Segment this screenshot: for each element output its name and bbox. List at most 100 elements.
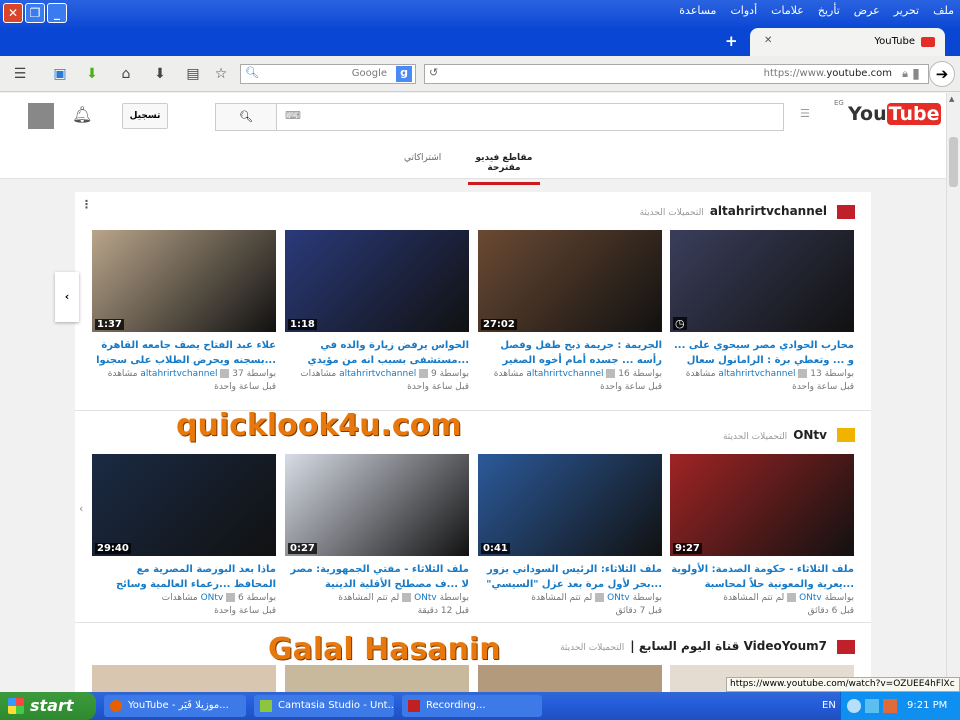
shelf-prev-arrow-2[interactable]: ‹ (79, 502, 83, 515)
youtube-logo[interactable]: You Tube (848, 103, 942, 125)
tray-app-icon[interactable] (883, 699, 897, 713)
vertical-scrollbar[interactable]: ▲ (946, 93, 960, 692)
channel-name[interactable]: VideoYoum7 (744, 639, 827, 653)
video-views: لم تتم المشاهدة (723, 593, 785, 603)
url-bar[interactable]: ↺ https://www.youtube.com 🔒︎ (424, 64, 929, 84)
section-header[interactable]: VideoYoum7 قناة اليوم السابع | التحميلات … (560, 639, 827, 653)
video-item[interactable]: 0:27 ملف الثلاثاء - مفتي الجمهورية: مصر … (285, 454, 469, 618)
video-channel[interactable]: altahrirtvchannel (339, 369, 416, 379)
camtasia-icon (260, 700, 272, 712)
video-title[interactable]: ملف الثلاثاء - حكومة الصدمة: الأولوية ..… (670, 562, 854, 592)
menu-icon[interactable]: ☰ (10, 64, 30, 84)
downloads-icon[interactable]: ⬇ (150, 64, 170, 84)
more-options-icon[interactable]: ⋮ (81, 198, 92, 211)
sign-in-button[interactable]: تسجيل (122, 103, 168, 129)
video-channel[interactable]: ONtv (414, 593, 437, 603)
video-thumbnail[interactable] (92, 665, 276, 695)
avatar[interactable] (28, 103, 54, 129)
channel-name[interactable]: ONtv (793, 428, 827, 442)
video-age: قبل ساعة واحدة (600, 382, 662, 392)
video-item[interactable]: 0:41 ملف الثلاثاء: الرئيس السوداني يزور … (478, 454, 662, 618)
video-title[interactable]: علاء عبد الفتاح يصف جامعه القاهرة ...بسج… (92, 338, 276, 368)
video-title[interactable]: ملف الثلاثاء: الرئيس السوداني يزور ...بح… (478, 562, 662, 592)
tab-subscriptions[interactable]: اشتراكاتي (404, 153, 441, 163)
close-window-button[interactable]: ✕ (3, 3, 23, 23)
home-icon[interactable]: ⌂ (116, 64, 136, 84)
download-helper-icon[interactable]: ⬇ (82, 64, 102, 84)
shelf-prev-arrow[interactable]: ‹ (55, 272, 79, 322)
minimize-window-button[interactable]: _ (47, 3, 67, 23)
verified-icon (787, 593, 797, 602)
watch-later-clock-icon[interactable]: ◷ (673, 317, 687, 330)
video-item[interactable]: ◷ محارب الحوادي مصر سيحوي على ... و ... … (670, 230, 854, 394)
reading-list-icon[interactable]: ▤ (183, 64, 203, 84)
section-subtitle: التحميلات الحديثة (560, 643, 625, 653)
video-title[interactable]: ماذا بعد البورصة المصرية مع المحافظ ...ر… (92, 562, 276, 592)
video-item[interactable]: 9:27 ملف الثلاثاء - حكومة الصدمة: الأولو… (670, 454, 854, 618)
taskbar-item-recording[interactable]: Recording... (402, 695, 542, 717)
video-channel[interactable]: ONtv (201, 593, 224, 603)
menu-file[interactable]: ملف (933, 4, 954, 17)
video-thumbnail[interactable]: 1:37 (92, 230, 276, 332)
go-arrow-icon[interactable]: ➔ (929, 61, 955, 87)
video-thumbnail[interactable]: ◷ (670, 230, 854, 332)
channel-name[interactable]: altahrirtvchannel (710, 204, 827, 218)
search-input[interactable]: 🔍︎ Google g (240, 64, 416, 84)
video-title[interactable]: الجريمة : جريمة ذبح طفل وفصل رأسه ... جس… (478, 338, 662, 368)
bookmarks-icon[interactable]: ▮ (906, 64, 926, 84)
menu-tools[interactable]: أدوات (730, 4, 757, 17)
video-title[interactable]: محارب الحوادي مصر سيحوي على ... و ... وت… (670, 338, 854, 368)
taskbar-item-camtasia[interactable]: Camtasia Studio - Unt... (254, 695, 394, 717)
video-item[interactable]: 1:18 الحواس يرفض زيارة والده في ...مستشف… (285, 230, 469, 394)
menu-bookmarks[interactable]: علامات (771, 4, 804, 17)
keyboard-icon[interactable]: ⌨ (285, 109, 301, 122)
video-item[interactable]: 1:37 علاء عبد الفتاح يصف جامعه القاهرة .… (92, 230, 276, 394)
video-thumbnail[interactable]: 9:27 (670, 454, 854, 556)
video-thumbnail[interactable]: 0:41 (478, 454, 662, 556)
video-thumbnail[interactable]: 29:40 (92, 454, 276, 556)
tab-youtube[interactable]: ✕ YouTube (750, 28, 945, 56)
video-channel[interactable]: altahrirtvchannel (718, 369, 795, 379)
video-thumbnail[interactable]: 0:27 (285, 454, 469, 556)
new-tab-button[interactable]: + (725, 32, 738, 50)
video-channel[interactable]: altahrirtvchannel (526, 369, 603, 379)
video-thumbnail[interactable] (285, 665, 469, 695)
section-header[interactable]: ONtv التحميلات الحديثة (723, 428, 827, 442)
bookmark-star-icon[interactable]: ☆ (211, 64, 231, 84)
verified-icon (595, 593, 605, 602)
scrollbar-thumb[interactable] (949, 137, 958, 187)
video-channel[interactable]: altahrirtvchannel (140, 369, 217, 379)
menu-view[interactable]: عرض (854, 4, 880, 17)
video-item[interactable]: 27:02 الجريمة : جريمة ذبح طفل وفصل رأسه … (478, 230, 662, 394)
search-button[interactable]: 🔍︎ (215, 103, 277, 131)
taskbar-item-firefox[interactable]: YouTube - موزيلا فَيَر... (104, 695, 246, 717)
video-thumbnail[interactable] (478, 665, 662, 695)
video-item[interactable]: 29:40 ماذا بعد البورصة المصرية مع المحاف… (92, 454, 276, 618)
video-title[interactable]: الحواس يرفض زيارة والده في ...مستشفى بسب… (285, 338, 469, 368)
tab-title: YouTube (874, 36, 915, 47)
video-thumbnail[interactable]: 1:18 (285, 230, 469, 332)
video-channel[interactable]: ONtv (799, 593, 822, 603)
notifications-bell-icon[interactable]: 🔔︎ (72, 105, 92, 124)
menu-help[interactable]: مساعدة (679, 4, 716, 17)
reload-icon[interactable]: ↺ (429, 66, 438, 79)
network-icon[interactable] (865, 699, 879, 713)
close-tab-icon[interactable]: ✕ (764, 35, 772, 46)
video-channel[interactable]: ONtv (607, 593, 630, 603)
restore-window-button[interactable]: ❐ (25, 3, 45, 23)
addon-icon[interactable]: ▣ (50, 64, 70, 84)
video-thumbnail[interactable]: 27:02 (478, 230, 662, 332)
tray-expand-icon[interactable] (847, 699, 861, 713)
youtube-favicon-icon (921, 37, 935, 47)
menu-history[interactable]: تأريخ (818, 4, 840, 17)
video-title[interactable]: ملف الثلاثاء - مفتي الجمهورية: مصر لا ..… (285, 562, 469, 592)
menu-edit[interactable]: تحرير (894, 4, 919, 17)
youtube-search-input[interactable]: ⌨ (276, 103, 784, 131)
language-indicator[interactable]: EN (822, 692, 836, 720)
guide-menu-icon[interactable]: ☰ (800, 107, 810, 120)
tab-recommended[interactable]: مقاطع فيديو مقترحة (468, 153, 540, 185)
section-header[interactable]: altahrirtvchannel التحميلات الحديثة (640, 204, 827, 218)
channel-prefix: قناة اليوم السابع | (630, 639, 740, 653)
google-icon[interactable]: g (396, 66, 412, 82)
region-label: EG (834, 99, 844, 107)
